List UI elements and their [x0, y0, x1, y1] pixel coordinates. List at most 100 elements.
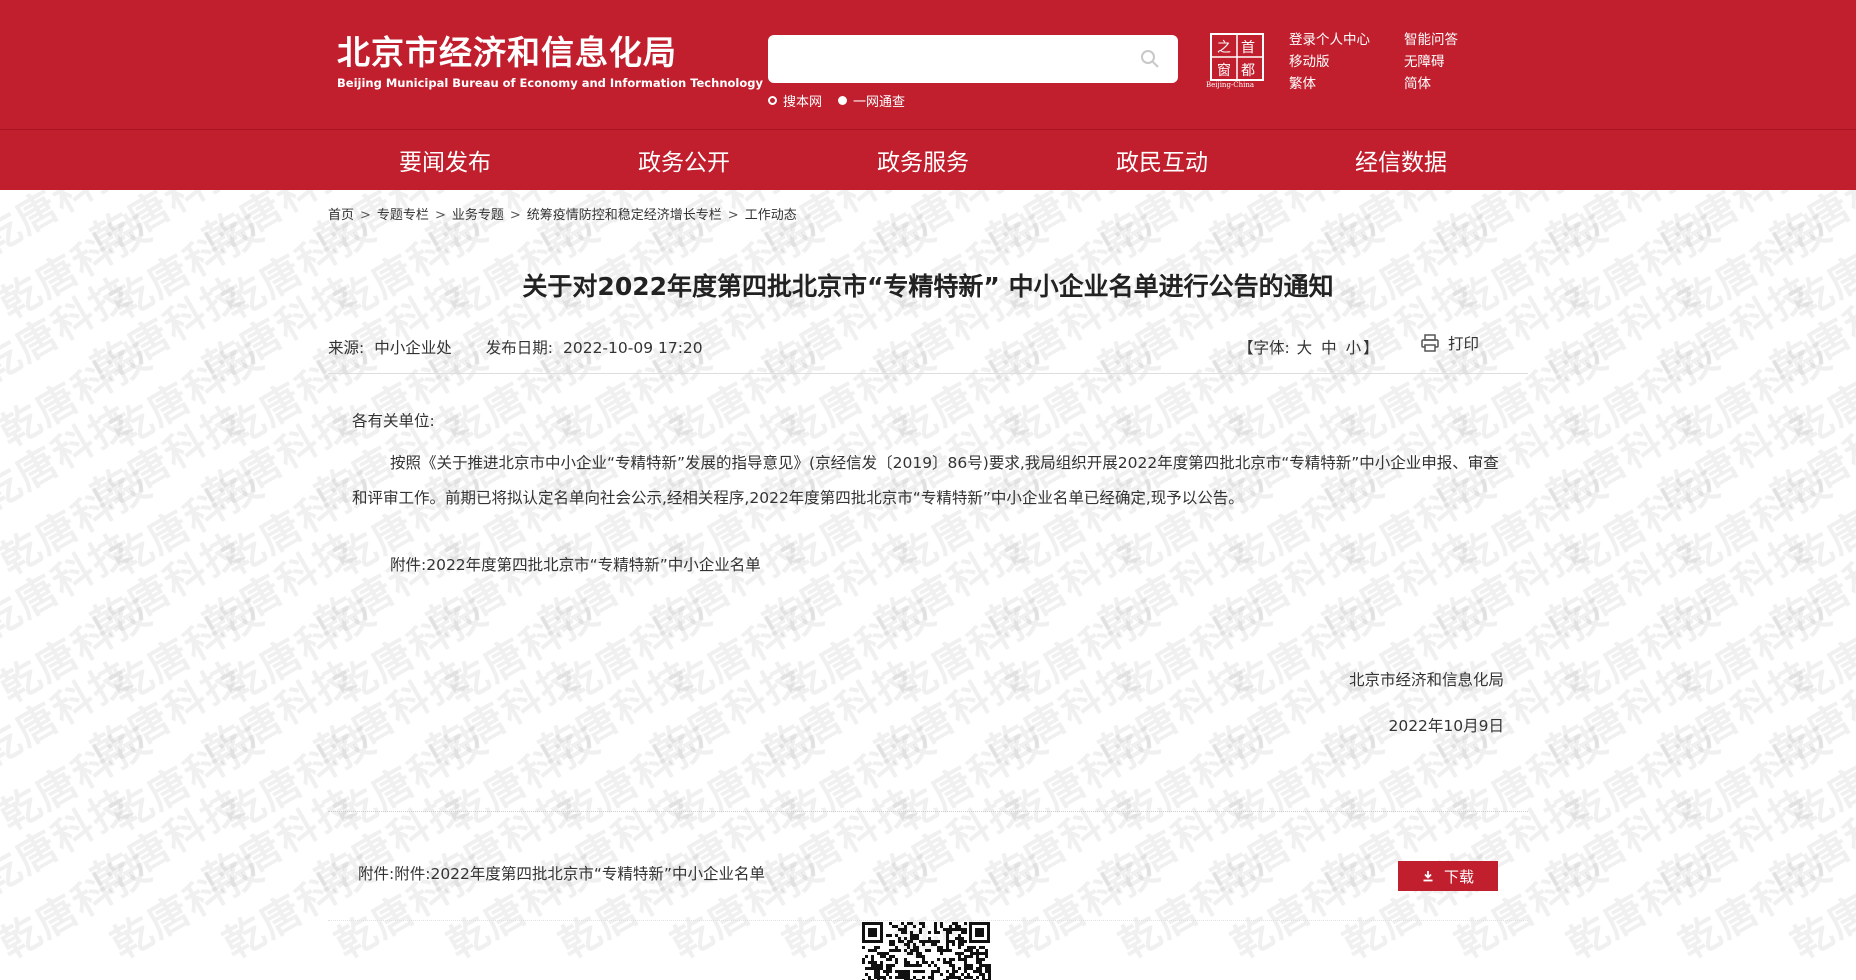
- watermark-text: 乾唐科技: [195, 396, 365, 521]
- meta-divider: [328, 373, 1528, 374]
- watermark-text: 乾唐科技: [0, 460, 161, 585]
- qr-code: [862, 922, 991, 980]
- mobile-link[interactable]: 移动版: [1289, 54, 1404, 70]
- breadcrumb-item-home[interactable]: 首页: [328, 208, 354, 223]
- watermark-text: 乾唐科技: [1783, 716, 1856, 841]
- watermark-text: 乾唐科技: [1427, 652, 1597, 777]
- breadcrumb-separator: >: [360, 208, 371, 223]
- watermark-text: 乾唐科技: [1335, 204, 1505, 329]
- watermark-text: 乾唐科技: [307, 524, 477, 649]
- watermark-text: 乾唐科技: [83, 780, 253, 905]
- watermark-text: 乾唐科技: [195, 190, 365, 265]
- nav-item-data[interactable]: 经信数据: [1293, 143, 1509, 177]
- search-scope-label-all[interactable]: 一网通查: [853, 91, 905, 110]
- watermark-text: 乾唐科技: [663, 844, 833, 969]
- watermark-text: 乾唐科技: [887, 716, 1057, 841]
- watermark-text: 乾唐科技: [103, 716, 273, 841]
- font-size-control: 【字体: 大 中 小】: [1238, 336, 1379, 358]
- watermark-text: 乾唐科技: [195, 524, 365, 649]
- watermark-text: 乾唐科技: [439, 716, 609, 841]
- smart-qa-link[interactable]: 智能问答: [1404, 32, 1489, 48]
- watermark-text: 乾唐科技: [1783, 844, 1856, 969]
- watermark-text: 乾唐科技: [999, 844, 1169, 969]
- attachment-label: 附件:: [358, 865, 395, 883]
- nav-item-gov-open[interactable]: 政务公开: [576, 143, 792, 177]
- watermark-text: 乾唐科技: [1559, 844, 1729, 969]
- watermark-text: 乾唐科技: [531, 652, 701, 777]
- watermark-text: 乾唐科技: [979, 190, 1149, 265]
- watermark-text: 乾唐科技: [1335, 844, 1505, 969]
- print-button[interactable]: 打印: [1420, 332, 1479, 354]
- watermark-text: 乾唐科技: [83, 524, 253, 649]
- watermark-text: 乾唐科技: [1559, 460, 1729, 585]
- breadcrumb-item-business[interactable]: 业务专题: [452, 208, 504, 223]
- watermark-text: 乾唐科技: [0, 268, 141, 393]
- attachment-item: 附件:附件:2022年度第四批北京市“专精特新”中小企业名单: [358, 862, 765, 884]
- font-size-large[interactable]: 大: [1297, 339, 1313, 357]
- font-size-small[interactable]: 小: [1346, 339, 1362, 357]
- watermark-text: 乾唐科技: [1783, 588, 1856, 713]
- font-size-medium[interactable]: 中: [1321, 339, 1337, 357]
- accessibility-link[interactable]: 无障碍: [1404, 54, 1489, 70]
- search-scope-label-site[interactable]: 搜本网: [783, 91, 822, 110]
- watermark-text: 乾唐科技: [1671, 204, 1841, 329]
- capital-logo-char-4: 都: [1241, 63, 1255, 79]
- watermark-text: 乾唐科技: [1223, 588, 1393, 713]
- watermark-text: 乾唐科技: [1783, 204, 1856, 329]
- font-size-label-close: 】: [1363, 339, 1379, 357]
- breadcrumb-item-current[interactable]: 工作动态: [745, 208, 797, 223]
- watermark-text: 乾唐科技: [83, 268, 253, 393]
- watermark-text: 乾唐科技: [643, 652, 813, 777]
- watermark-text: 乾唐科技: [775, 332, 945, 457]
- watermark-text: 乾唐科技: [1651, 652, 1821, 777]
- watermark-text: 乾唐科技: [887, 588, 1057, 713]
- search-input[interactable]: [768, 35, 1178, 83]
- watermark-text: 乾唐科技: [1559, 588, 1729, 713]
- login-link[interactable]: 登录个人中心: [1289, 32, 1404, 48]
- download-button[interactable]: 下载: [1398, 861, 1498, 891]
- watermark-text: 乾唐科技: [0, 588, 161, 713]
- breadcrumb-item-column[interactable]: 统筹疫情防控和稳定经济增长专栏: [527, 208, 722, 223]
- watermark-text: 乾唐科技: [755, 190, 925, 265]
- watermark-text: 乾唐科技: [531, 524, 701, 649]
- watermark-text: 乾唐科技: [1783, 460, 1856, 585]
- watermark-text: 乾唐科技: [1651, 190, 1821, 265]
- watermark-text: 乾唐科技: [1539, 268, 1709, 393]
- watermark-text: 乾唐科技: [1671, 460, 1841, 585]
- search-scope-radio-site[interactable]: [768, 96, 777, 105]
- watermark-text: 乾唐科技: [1539, 780, 1709, 905]
- traditional-chinese-link[interactable]: 繁体: [1289, 76, 1404, 92]
- watermark-text: 乾唐科技: [327, 716, 497, 841]
- watermark-text: 乾唐科技: [1559, 204, 1729, 329]
- watermark-text: 乾唐科技: [1427, 190, 1597, 265]
- simplified-chinese-link[interactable]: 简体: [1404, 76, 1489, 92]
- watermark-text: 乾唐科技: [551, 716, 721, 841]
- watermark-text: 乾唐科技: [1315, 652, 1485, 777]
- watermark-text: 乾唐科技: [755, 524, 925, 649]
- site-logo-title[interactable]: 北京市经济和信息化局: [337, 26, 677, 74]
- article-attachment-note: 附件:2022年度第四批北京市“专精特新”中小企业名单: [390, 556, 761, 574]
- capital-logo-caption: Beijing-China: [1206, 81, 1255, 89]
- watermark-text: 乾唐科技: [1315, 190, 1485, 265]
- breadcrumb-item-topics[interactable]: 专题专栏: [377, 208, 429, 223]
- watermark-text: 乾唐科技: [439, 588, 609, 713]
- watermark-text: 乾唐科技: [1203, 524, 1373, 649]
- search-scope-radio-all[interactable]: [838, 96, 848, 105]
- nav-item-gov-service[interactable]: 政务服务: [815, 143, 1031, 177]
- watermark-text: 乾唐科技: [1539, 190, 1709, 265]
- watermark-text: 乾唐科技: [103, 588, 273, 713]
- watermark-text: 乾唐科技: [1539, 396, 1709, 521]
- watermark-text: 乾唐科技: [643, 524, 813, 649]
- search-icon[interactable]: [1140, 49, 1160, 69]
- attachment-link[interactable]: 附件:2022年度第四批北京市“专精特新”中小企业名单: [394, 865, 765, 883]
- article-salutation: 各有关单位:: [352, 412, 435, 430]
- capital-logo-char-3: 窗: [1217, 62, 1231, 79]
- watermark-text: 乾唐科技: [0, 204, 161, 329]
- nav-item-interaction[interactable]: 政民互动: [1054, 143, 1270, 177]
- watermark-text: 乾唐科技: [663, 588, 833, 713]
- watermark-text: 乾唐科技: [551, 844, 721, 969]
- watermark-text: 乾唐科技: [0, 190, 141, 265]
- nav-item-news[interactable]: 要闻发布: [337, 143, 553, 177]
- watermark-text: 乾唐科技: [0, 716, 161, 841]
- watermark-text: 乾唐科技: [439, 844, 609, 969]
